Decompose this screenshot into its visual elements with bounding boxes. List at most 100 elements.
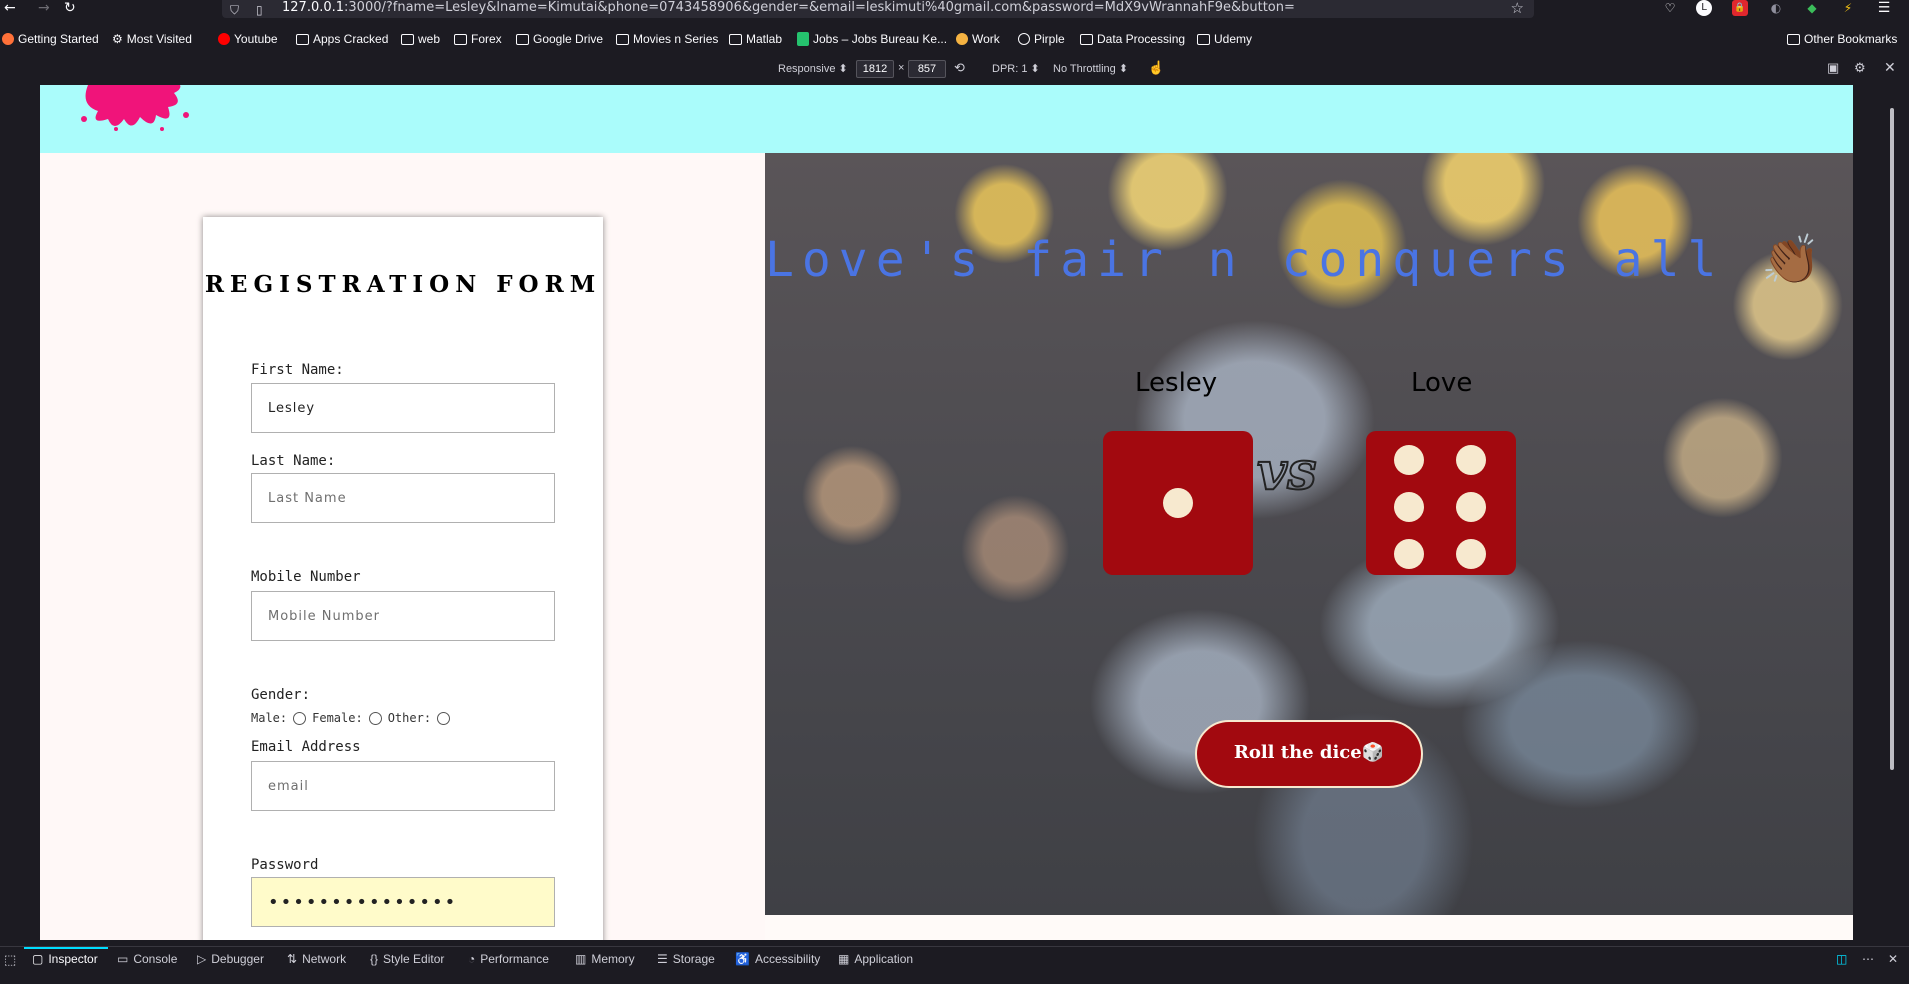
performance-icon: ◔ <box>468 952 476 966</box>
dpr-selector[interactable]: DPR: 1 ⬍ <box>992 62 1040 75</box>
folder-icon <box>1197 33 1210 45</box>
touch-icon[interactable]: ☝ <box>1148 60 1164 76</box>
player1-die <box>1103 431 1253 575</box>
die-pip <box>1394 492 1424 522</box>
registration-form: Registration Form First Name: Last Name:… <box>203 217 603 940</box>
bookmark-web[interactable]: web <box>401 32 440 46</box>
shield-icon[interactable]: ⛉ <box>230 2 239 18</box>
viewport-scrollbar-track <box>1853 85 1865 940</box>
tab-memory[interactable]: ▥ Memory <box>575 952 635 966</box>
device-selector[interactable]: Responsive ⬍ <box>778 62 848 75</box>
folder-icon <box>454 33 467 45</box>
forward-icon[interactable]: → <box>38 0 50 16</box>
extension-icon[interactable]: ◐ <box>1768 0 1784 16</box>
menu-icon[interactable]: ☰ <box>1876 0 1892 16</box>
viewport-width-input[interactable]: 1812 <box>856 60 894 78</box>
tab-style-editor[interactable]: {} Style Editor <box>370 952 444 966</box>
tab-console[interactable]: ▭ Console <box>117 952 177 966</box>
tab-performance[interactable]: ◔ Performance <box>468 952 549 966</box>
bookmark-most-visited[interactable]: ⚙ Most Visited <box>112 32 192 46</box>
browser-toolbar: ← → ↻ ⛉ ▯ 127.0.0.1:3000/?fname=Lesley&l… <box>0 0 1909 18</box>
folder-icon <box>729 33 742 45</box>
rotate-icon[interactable]: ⟲ <box>954 60 965 76</box>
gender-label: Gender: <box>251 687 311 703</box>
folder-icon <box>616 33 629 45</box>
tab-network[interactable]: ⇅ Network <box>287 952 346 966</box>
bookmark-movies-n-series[interactable]: Movies n Series <box>616 32 718 46</box>
page-header <box>40 85 1853 153</box>
debugger-icon: ▷ <box>197 952 207 966</box>
first-name-label: First Name: <box>251 362 344 378</box>
star-icon[interactable]: ☆ <box>1511 0 1524 16</box>
gender-male-label: Male: <box>251 711 288 725</box>
back-icon[interactable]: ← <box>4 0 16 16</box>
jobs-icon <box>797 32 809 46</box>
vs-text: vs <box>1256 440 1317 503</box>
tab-debugger[interactable]: ▷ Debugger <box>197 952 264 966</box>
more-options-icon[interactable]: ⋯ <box>1862 952 1874 966</box>
extension-icon[interactable]: ◆ <box>1804 0 1820 16</box>
throttling-selector[interactable]: No Throttling ⬍ <box>1053 62 1128 75</box>
settings-gear-icon[interactable]: ⚙ <box>1854 60 1866 76</box>
url-field[interactable]: ⛉ ▯ 127.0.0.1:3000/?fname=Lesley&lname=K… <box>222 0 1534 18</box>
pocket-icon[interactable]: ♡ <box>1662 0 1678 16</box>
player2-name: Love <box>1411 368 1473 398</box>
bookmark-work[interactable]: Work <box>956 32 1000 46</box>
dock-side-icon[interactable]: ◫ <box>1836 952 1847 966</box>
tab-accessibility[interactable]: ♿ Accessibility <box>735 952 820 966</box>
globe-icon <box>1018 33 1030 45</box>
gender-other-label: Other: <box>387 711 432 725</box>
close-icon[interactable]: ✕ <box>1884 59 1896 76</box>
die-pip <box>1163 488 1193 518</box>
page-icon: ▯ <box>256 3 263 17</box>
page-scrollbar-thumb[interactable] <box>1890 108 1894 770</box>
bookmark-other-bookmarks[interactable]: Other Bookmarks <box>1787 32 1897 46</box>
reload-icon[interactable]: ↻ <box>64 0 76 16</box>
devtools-toolbar: ⬚ ▢ Inspector ▭ Console ▷ Debugger ⇅ Network… <box>0 946 1909 972</box>
tab-inspector[interactable]: ▢ Inspector <box>32 952 98 966</box>
password-input[interactable] <box>251 877 555 927</box>
accessibility-icon: ♿ <box>735 952 750 966</box>
gender-male-radio[interactable] <box>293 711 307 725</box>
bookmark-udemy[interactable]: Udemy <box>1197 32 1252 46</box>
gender-options: Male: Female: Other: <box>251 711 451 725</box>
account-icon[interactable]: L <box>1696 0 1712 16</box>
email-input[interactable] <box>251 761 555 811</box>
bookmark-youtube[interactable]: Youtube <box>218 32 278 46</box>
work-icon <box>956 33 968 45</box>
last-name-input[interactable] <box>251 473 555 523</box>
bookmark-getting-started[interactable]: Getting Started <box>2 32 99 46</box>
close-devtools-icon[interactable]: ✕ <box>1888 952 1898 966</box>
bookmark-jobs[interactable]: Jobs – Jobs Bureau Ke... <box>797 32 947 46</box>
element-picker-icon[interactable]: ⬚ <box>4 952 16 968</box>
active-tab-indicator <box>24 947 108 949</box>
first-name-input[interactable] <box>251 383 555 433</box>
bookmark-google-drive[interactable]: Google Drive <box>516 32 603 46</box>
tab-storage[interactable]: ☰ Storage <box>657 952 715 966</box>
player2-die <box>1366 431 1516 575</box>
mobile-input[interactable] <box>251 591 555 641</box>
roll-dice-button[interactable]: Roll the dice🎲 <box>1195 720 1423 788</box>
viewport-height-input[interactable]: 857 <box>908 60 946 78</box>
folder-icon <box>516 33 529 45</box>
bookmark-data-processing[interactable]: Data Processing <box>1080 32 1185 46</box>
tab-application[interactable]: ▦ Application <box>838 952 913 966</box>
gender-female-radio[interactable] <box>368 711 382 725</box>
bookmark-forex[interactable]: Forex <box>454 32 502 46</box>
memory-icon: ▥ <box>575 952 587 966</box>
youtube-icon <box>218 33 230 45</box>
die-pip <box>1394 445 1424 475</box>
firefox-icon <box>2 33 14 45</box>
screenshot-icon[interactable]: ▣ <box>1827 60 1839 76</box>
bookmark-apps-cracked[interactable]: Apps Cracked <box>296 32 388 46</box>
dice-game-panel: Love's fair n conquers all 👏🏾 Its a draw… <box>765 153 1853 915</box>
bookmark-pirple[interactable]: Pirple <box>1018 32 1065 46</box>
gender-other-radio[interactable] <box>437 711 451 725</box>
extension-icon[interactable]: 🔒 <box>1732 0 1748 16</box>
extension-icon[interactable]: ⚡ <box>1840 0 1856 16</box>
die-pip <box>1456 492 1486 522</box>
bookmark-matlab[interactable]: Matlab <box>729 32 782 46</box>
folder-icon <box>1080 33 1093 45</box>
gear-icon: ⚙ <box>112 32 123 46</box>
console-icon: ▭ <box>117 952 129 966</box>
